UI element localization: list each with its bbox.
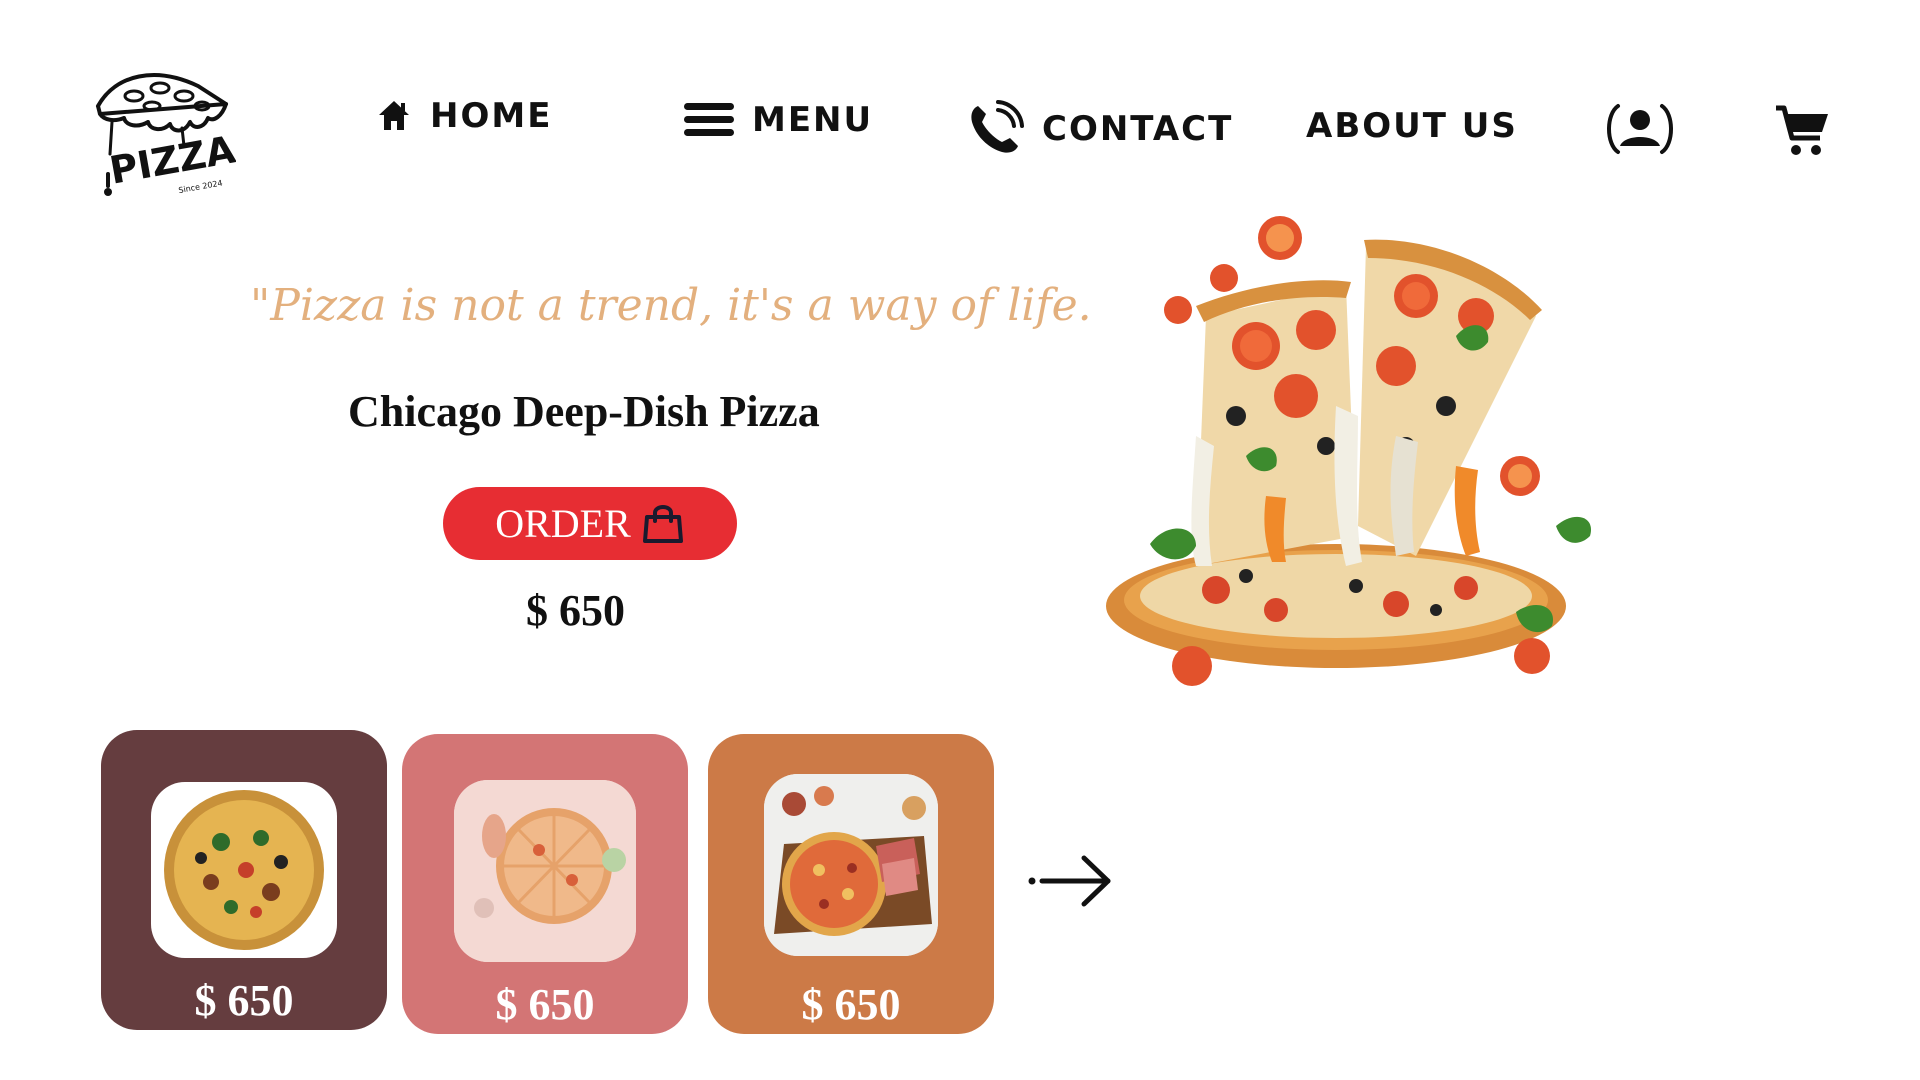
product-price: $ 650 [526, 586, 625, 635]
cart-icon [1776, 105, 1828, 155]
pizza-card-image [454, 780, 636, 962]
order-button[interactable]: ORDER [443, 487, 737, 560]
cart-button[interactable] [1774, 104, 1830, 162]
user-icon [1607, 104, 1673, 154]
pizza-card[interactable]: $ 650 [708, 734, 994, 1034]
order-button-label: ORDER [495, 501, 631, 546]
user-account-button[interactable] [1604, 102, 1676, 160]
pizza-slices-image [1106, 216, 1592, 686]
nav-home[interactable]: HOME [376, 96, 552, 136]
product-title: Chicago Deep-Dish Pizza [348, 387, 820, 436]
svg-text:Since 2024: Since 2024 [178, 178, 223, 195]
hamburger-icon [684, 103, 734, 136]
nav-menu[interactable]: MENU [684, 100, 873, 140]
pizza-logo[interactable]: PIZZA Since 2024 [86, 66, 236, 202]
nav-menu-label: MENU [752, 100, 874, 140]
nav-home-label: HOME [430, 96, 553, 136]
nav-about-us[interactable]: ABOUT US [1306, 106, 1518, 146]
pizza-card-image [764, 774, 938, 956]
nav-about-label: ABOUT US [1306, 106, 1518, 146]
hero-quote: "Pizza is not a trend, it's a way of lif… [250, 280, 1092, 331]
phone-icon [971, 100, 1024, 153]
pizza-card[interactable]: $ 650 [402, 734, 688, 1034]
nav-contact[interactable]: CONTACT [966, 100, 1233, 158]
pizza-card[interactable]: $ 650 [101, 730, 387, 1030]
pizza-card-price: $ 650 [495, 980, 595, 1029]
pizza-card-price: $ 650 [194, 976, 294, 1025]
pizza-card-price: $ 650 [801, 980, 901, 1029]
pizza-card-image [151, 782, 337, 958]
logo-icon: PIZZA Since 2024 [96, 73, 236, 196]
arrow-right-icon [1028, 855, 1111, 907]
home-icon [379, 101, 409, 130]
next-arrow-button[interactable] [1028, 852, 1114, 914]
shopping-bag-icon [642, 504, 683, 543]
nav-contact-label: CONTACT [1042, 109, 1234, 149]
